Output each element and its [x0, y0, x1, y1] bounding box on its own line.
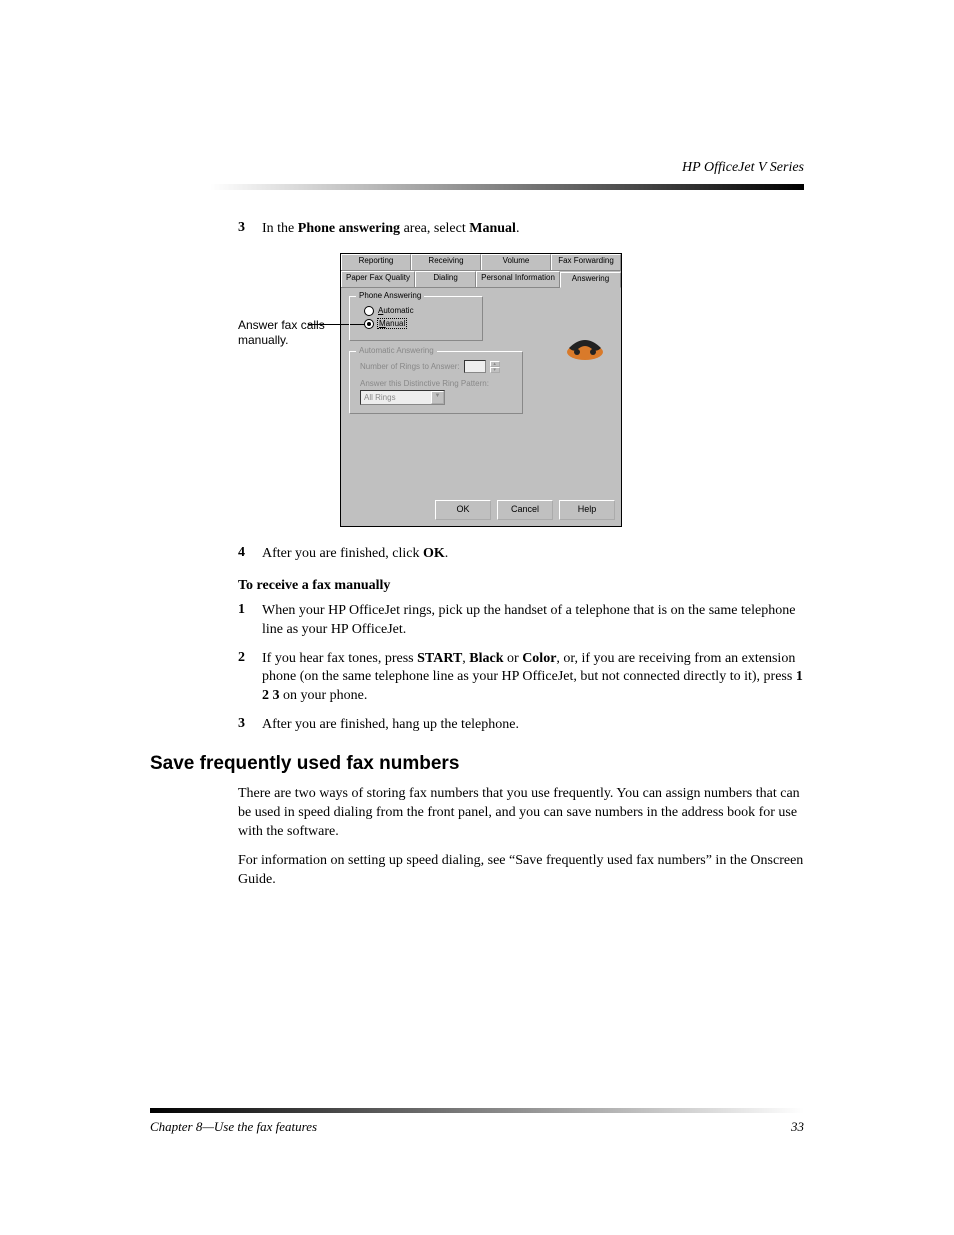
chevron-down-icon: ▼ [431, 391, 444, 404]
step-text: After you are finished, click OK. [262, 545, 448, 564]
rings-field-row: Number of Rings to Answer: ▴▾ [360, 360, 516, 373]
radio-automatic[interactable]: Automatic [364, 306, 476, 316]
tabs-row-1: Reporting Receiving Volume Fax Forwardin… [341, 254, 621, 271]
running-header: HP OfficeJet V Series [682, 160, 804, 176]
help-button[interactable]: Help [559, 500, 615, 520]
step-item: 1 When your HP OfficeJet rings, pick up … [238, 602, 804, 640]
radio-icon [364, 306, 374, 316]
tab-personal-information[interactable]: Personal Information [476, 271, 560, 287]
rings-label: Number of Rings to Answer: [360, 362, 460, 371]
footer-page-number: 33 [791, 1119, 804, 1135]
settings-dialog: Reporting Receiving Volume Fax Forwardin… [340, 253, 622, 527]
dialog-buttons: OK Cancel Help [341, 494, 621, 526]
radio-automatic-label: Automatic [378, 306, 414, 315]
section-heading: Save frequently used fax numbers [150, 753, 804, 775]
combo-value: All Rings [364, 393, 396, 402]
ok-button[interactable]: OK [435, 500, 491, 520]
step-number: 2 [238, 650, 262, 707]
radio-manual[interactable]: Manual [364, 319, 476, 329]
step-number: 4 [238, 545, 262, 564]
group-title: Automatic Answering [356, 346, 437, 355]
step-text: After you are finished, hang up the tele… [262, 716, 519, 735]
step-number: 1 [238, 602, 262, 640]
callout-column: Answer fax calls manually. [238, 253, 340, 527]
rings-spinner[interactable]: ▴▾ [490, 361, 500, 372]
pattern-label: Answer this Distinctive Ring Pattern: [360, 379, 516, 388]
group-phone-answering: Phone Answering Automatic Manual [349, 296, 483, 341]
footer-chapter: Chapter 8—Use the fax features [150, 1119, 317, 1135]
radio-icon [364, 319, 374, 329]
phone-decor-icon [563, 328, 607, 362]
rings-input[interactable] [464, 360, 486, 373]
step-number: 3 [238, 220, 262, 239]
step-text: When your HP OfficeJet rings, pick up th… [262, 602, 804, 640]
group-automatic-answering: Automatic Answering Number of Rings to A… [349, 351, 523, 414]
step-item: 4 After you are finished, click OK. [238, 545, 804, 564]
tab-dialing[interactable]: Dialing [415, 271, 476, 287]
tab-receiving[interactable]: Receiving [411, 254, 481, 270]
tab-panel-answering: Phone Answering Automatic Manual Automat… [341, 288, 621, 494]
group-title: Phone Answering [356, 291, 424, 300]
tab-volume[interactable]: Volume [481, 254, 551, 270]
step-text: In the Phone answering area, select Manu… [262, 220, 519, 239]
cancel-button[interactable]: Cancel [497, 500, 553, 520]
tab-paper-fax-quality[interactable]: Paper Fax Quality [341, 271, 415, 287]
page-content: HP OfficeJet V Series 3 In the Phone ans… [150, 160, 804, 1135]
radio-manual-label: Manual [378, 319, 406, 328]
step-item: 3 After you are finished, hang up the te… [238, 716, 804, 735]
tab-answering[interactable]: Answering [560, 272, 621, 288]
callout-label: Answer fax calls manually. [238, 318, 340, 349]
header-rule [210, 184, 804, 190]
tab-fax-forwarding[interactable]: Fax Forwarding [551, 254, 621, 270]
body-paragraph: There are two ways of storing fax number… [238, 785, 804, 842]
figure: Answer fax calls manually. Reporting Rec… [238, 253, 804, 527]
footer-rule [150, 1108, 804, 1113]
step-number: 3 [238, 716, 262, 735]
body: 3 In the Phone answering area, select Ma… [150, 220, 804, 900]
procedure-subhead: To receive a fax manually [238, 578, 804, 594]
body-paragraph: For information on setting up speed dial… [238, 852, 804, 890]
step-item: 3 In the Phone answering area, select Ma… [238, 220, 804, 239]
ring-pattern-combo[interactable]: All Rings ▼ [360, 390, 445, 405]
tabs-row-2: Paper Fax Quality Dialing Personal Infor… [341, 271, 621, 288]
step-text: If you hear fax tones, press START, Blac… [262, 650, 804, 707]
step-item: 2 If you hear fax tones, press START, Bl… [238, 650, 804, 707]
chevron-down-icon: ▾ [490, 367, 500, 373]
tab-reporting[interactable]: Reporting [341, 254, 411, 270]
